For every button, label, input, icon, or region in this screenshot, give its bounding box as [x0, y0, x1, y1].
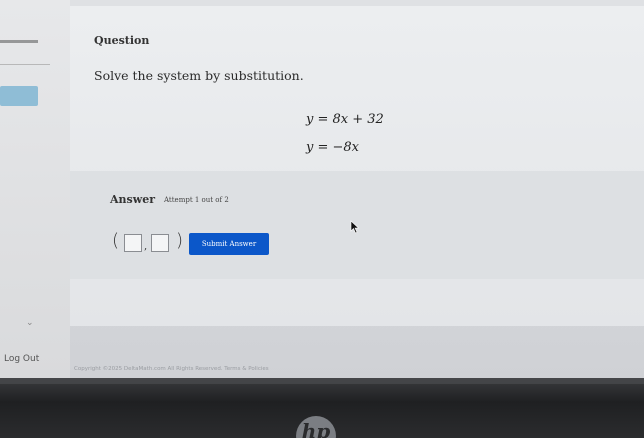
sidebar-item-active[interactable]	[0, 86, 38, 106]
footer-copyright[interactable]: Copyright ©2025 DeltaMath.com All Rights…	[74, 366, 269, 372]
equation-2: y = −8x	[306, 140, 359, 155]
answer-label: Answer	[110, 193, 155, 206]
laptop-bezel: hp	[0, 378, 644, 438]
chevron-down-icon[interactable]: ⌄	[26, 318, 34, 328]
logout-link[interactable]: Log Out	[4, 354, 39, 364]
sidebar-divider	[0, 64, 50, 65]
bezel-edge	[0, 378, 644, 384]
y-answer-input[interactable]	[151, 234, 169, 252]
sidebar-item[interactable]	[0, 40, 38, 43]
close-paren: )	[176, 230, 184, 251]
submit-answer-button[interactable]: Submit Answer	[189, 233, 269, 255]
sidebar: ⌄ Log Out	[0, 0, 70, 378]
question-label: Question	[94, 34, 150, 47]
comma: ,	[144, 241, 148, 252]
hp-logo: hp	[296, 416, 336, 438]
equation-1: y = 8x + 32	[306, 112, 384, 127]
question-prompt: Solve the system by substitution.	[94, 68, 304, 83]
open-paren: (	[112, 230, 120, 251]
question-panel: Question Solve the system by substitutio…	[70, 6, 644, 326]
mouse-cursor-icon	[350, 220, 360, 234]
screen: ⌄ Log Out Question Solve the system by s…	[0, 0, 644, 378]
x-answer-input[interactable]	[124, 234, 142, 252]
attempt-counter: Attempt 1 out of 2	[164, 196, 229, 204]
